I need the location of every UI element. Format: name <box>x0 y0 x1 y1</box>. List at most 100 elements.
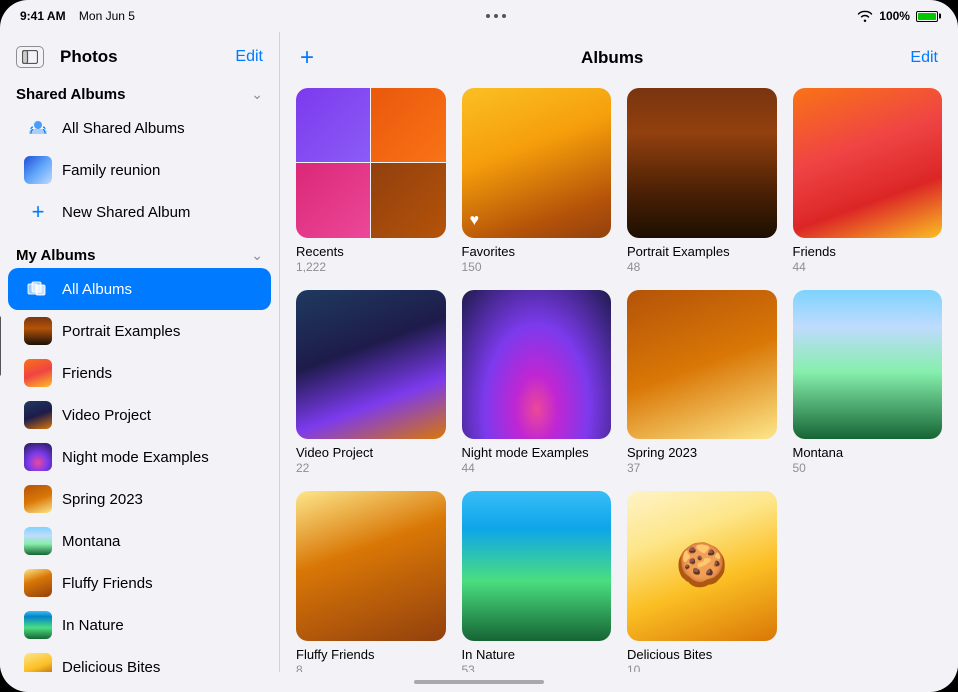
video-album-thumb <box>296 290 446 440</box>
sidebar-item-new-shared-label: New Shared Album <box>62 204 190 221</box>
food-emoji: 🍪 <box>676 541 728 590</box>
album-card-delicious[interactable]: 🍪 Delicious Bites 10 <box>627 491 777 672</box>
shared-albums-section-header: Shared Albums ⌄ <box>0 78 279 107</box>
dot1 <box>486 14 490 18</box>
my-albums-chevron[interactable]: ⌄ <box>251 247 263 264</box>
sidebar-item-night-label: Night mode Examples <box>62 449 209 466</box>
all-shared-thumb <box>24 114 52 142</box>
montana-album-thumb <box>793 290 943 440</box>
sidebar-item-delicious[interactable]: Delicious Bites <box>8 646 271 672</box>
shared-albums-chevron[interactable]: ⌄ <box>251 86 263 103</box>
sidebar-toggle-button[interactable] <box>16 46 44 68</box>
delicious-name: Delicious Bites <box>627 647 777 662</box>
montana-count: 50 <box>793 461 943 475</box>
album-card-friends[interactable]: Friends 44 <box>793 88 943 274</box>
all-albums-thumb <box>24 275 52 303</box>
album-card-night-mode[interactable]: Night mode Examples 44 <box>462 290 612 476</box>
add-album-button[interactable]: + <box>300 46 314 70</box>
sidebar-item-spring-label: Spring 2023 <box>62 491 143 508</box>
status-bar: 9:41 AM Mon Jun 5 100% <box>0 0 958 32</box>
sidebar-item-fluffy-label: Fluffy Friends <box>62 575 153 592</box>
spring-name: Spring 2023 <box>627 445 777 460</box>
sidebar-edit-button[interactable]: Edit <box>235 48 263 66</box>
panel-edit-button[interactable]: Edit <box>910 49 938 67</box>
sidebar-item-montana[interactable]: Montana <box>8 520 271 562</box>
home-bar <box>414 680 544 684</box>
shared-albums-title: Shared Albums <box>16 86 125 103</box>
sidebar-item-friends-label: Friends <box>62 365 112 382</box>
portrait-examples-thumb <box>627 88 777 238</box>
favorites-count: 150 <box>462 260 612 274</box>
delicious-count: 10 <box>627 663 777 673</box>
sidebar-item-nature-label: In Nature <box>62 617 124 634</box>
album-card-video[interactable]: Video Project 22 <box>296 290 446 476</box>
heart-badge: ♥ <box>470 212 480 230</box>
sidebar-item-fluffy[interactable]: Fluffy Friends <box>8 562 271 604</box>
sidebar-item-montana-label: Montana <box>62 533 120 550</box>
sidebar-item-all-shared[interactable]: All Shared Albums <box>8 107 271 149</box>
album-card-portrait[interactable]: Portrait Examples 48 <box>627 88 777 274</box>
status-center-dots <box>486 14 506 18</box>
video-thumb <box>24 401 52 429</box>
status-time: 9:41 AM Mon Jun 5 <box>20 9 135 23</box>
fluffy-count: 8 <box>296 663 446 673</box>
sidebar-item-video-label: Video Project <box>62 407 151 424</box>
friends-thumb <box>24 359 52 387</box>
montana-name: Montana <box>793 445 943 460</box>
video-count: 22 <box>296 461 446 475</box>
friends-name: Friends <box>793 244 943 259</box>
delicious-album-thumb: 🍪 <box>627 491 777 641</box>
right-panel: + Albums Edit <box>280 32 958 672</box>
album-card-favorites[interactable]: ♥ Favorites 150 <box>462 88 612 274</box>
album-card-montana[interactable]: Montana 50 <box>793 290 943 476</box>
ipad-frame: 9:41 AM Mon Jun 5 100% <box>0 0 958 692</box>
battery-percent: 100% <box>879 9 910 23</box>
my-albums-section-header: My Albums ⌄ <box>0 239 279 268</box>
album-card-nature[interactable]: In Nature 53 <box>462 491 612 672</box>
sidebar-item-family-label: Family reunion <box>62 162 160 179</box>
nature-thumb <box>24 611 52 639</box>
sidebar-item-spring[interactable]: Spring 2023 <box>8 478 271 520</box>
portrait-count: 48 <box>627 260 777 274</box>
montana-thumb <box>24 527 52 555</box>
sidebar-header: Photos Edit <box>0 32 279 78</box>
sidebar-item-all-albums[interactable]: All Albums <box>8 268 271 310</box>
sidebar: Photos Edit Shared Albums ⌄ <box>0 32 280 672</box>
panel-title: Albums <box>314 48 910 68</box>
delicious-thumb <box>24 653 52 672</box>
portrait-name: Portrait Examples <box>627 244 777 259</box>
recents-count: 1,222 <box>296 260 446 274</box>
sidebar-item-portrait-label: Portrait Examples <box>62 323 180 340</box>
sidebar-item-video[interactable]: Video Project <box>8 394 271 436</box>
spring-album-thumb <box>627 290 777 440</box>
album-card-recents[interactable]: Recents 1,222 <box>296 88 446 274</box>
sidebar-item-friends[interactable]: Friends <box>8 352 271 394</box>
night-name: Night mode Examples <box>462 445 612 460</box>
sidebar-item-delicious-label: Delicious Bites <box>62 659 160 673</box>
home-indicator <box>0 672 958 692</box>
album-card-fluffy[interactable]: Fluffy Friends 8 <box>296 491 446 672</box>
sidebar-item-nature[interactable]: In Nature <box>8 604 271 646</box>
sidebar-item-night-mode[interactable]: Night mode Examples <box>8 436 271 478</box>
sidebar-item-new-shared[interactable]: + New Shared Album <box>8 191 271 233</box>
albums-grid-inner: Recents 1,222 ♥ Favorites 150 <box>296 88 942 672</box>
friends-album-thumb <box>793 88 943 238</box>
favorites-name: Favorites <box>462 244 612 259</box>
night-count: 44 <box>462 461 612 475</box>
recents-thumb <box>296 88 446 238</box>
battery-fill <box>918 13 936 20</box>
video-name: Video Project <box>296 445 446 460</box>
main-content: Photos Edit Shared Albums ⌄ <box>0 32 958 672</box>
night-mode-thumb <box>24 443 52 471</box>
album-card-spring[interactable]: Spring 2023 37 <box>627 290 777 476</box>
favorites-thumb: ♥ <box>462 88 612 238</box>
family-reunion-thumb <box>24 156 52 184</box>
spring-thumb <box>24 485 52 513</box>
portrait-thumb <box>24 317 52 345</box>
sidebar-item-family-reunion[interactable]: Family reunion <box>8 149 271 191</box>
spring-count: 37 <box>627 461 777 475</box>
plus-icon-shared: + <box>32 199 45 225</box>
dot2 <box>494 14 498 18</box>
sidebar-item-portrait[interactable]: Portrait Examples <box>8 310 271 352</box>
recents-name: Recents <box>296 244 446 259</box>
